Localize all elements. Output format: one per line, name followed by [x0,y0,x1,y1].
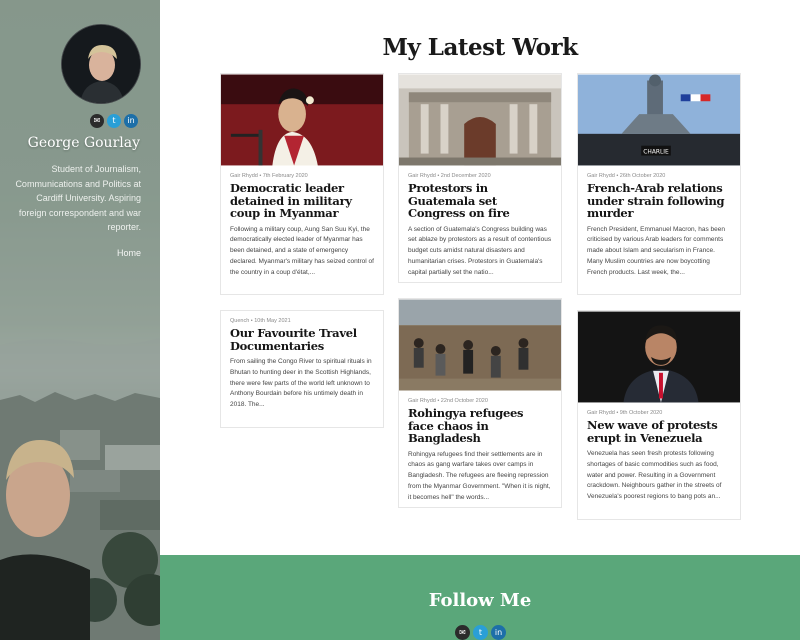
article-meta: Quench • 10th May 2021 [230,318,291,324]
article-card[interactable]: Quench • 10th May 2021 Our Favourite Tra… [220,310,384,428]
article-image [578,311,740,403]
avatar-photo [62,25,140,103]
page-title: My Latest Work [382,34,578,61]
profile-bio: Student of Journalism, Communications an… [15,164,141,232]
twitter-icon[interactable]: t [107,114,121,128]
article-excerpt: Following a military coup, Aung San Suu … [230,225,374,276]
profile-avatar [61,24,141,104]
article-card[interactable]: Gair Rhydd • 22nd October 2020 Rohingya … [398,298,562,508]
linkedin-icon[interactable]: in [124,114,138,128]
article-meta: Gair Rhydd • 7th February 2020 [230,173,308,179]
article-image [221,74,383,166]
twitter-icon[interactable]: t [473,625,488,640]
svg-text:CHARLIE: CHARLIE [643,150,669,156]
article-card[interactable]: CHARLIE Gair Rhydd • 26th October 2020 F… [577,73,741,295]
article-title[interactable]: Rohingya refugees face chaos in Banglade… [408,407,552,445]
sidebar-social-links: ✉ t in [90,114,138,128]
article-image [399,299,561,391]
article-title[interactable]: Democratic leader detained in military c… [230,182,374,220]
article-meta: Gair Rhydd • 22nd October 2020 [408,398,488,404]
article-excerpt: A section of Guatemala's Congress buildi… [408,225,552,276]
mail-icon[interactable]: ✉ [90,114,104,128]
linkedin-icon[interactable]: in [491,625,506,640]
article-card[interactable]: Gair Rhydd • 9th October 2020 New wave o… [577,310,741,520]
profile-name: George Gourlay [27,135,140,151]
article-card[interactable]: Gair Rhydd • 7th February 2020 Democrati… [220,73,384,295]
article-title[interactable]: Protestors in Guatemala set Congress on … [408,182,552,220]
article-excerpt: Venezuela has seen fresh protests follow… [587,450,722,501]
article-meta: Gair Rhydd • 2nd December 2020 [408,173,491,179]
article-card[interactable]: Gair Rhydd • 2nd December 2020 Protestor… [398,73,562,283]
article-image: CHARLIE [578,74,740,166]
mail-icon[interactable]: ✉ [455,625,470,640]
home-link[interactable]: Home [117,248,141,258]
article-excerpt: French President, Emmanuel Macron, has b… [587,225,726,276]
article-title[interactable]: French-Arab relations under strain follo… [587,182,731,220]
profile-sidebar: ✉ t in George Gourlay Student of Journal… [0,0,160,640]
follow-footer: Follow Me ✉ t in [160,555,800,640]
article-excerpt: From sailing the Congo River to spiritua… [230,358,372,409]
article-meta: Gair Rhydd • 9th October 2020 [587,410,663,416]
follow-title: Follow Me [428,590,532,611]
footer-social-links: ✉ t in [455,625,506,640]
article-image [399,74,561,166]
article-excerpt: Rohingya refugees find their settlements… [408,450,551,501]
article-meta: Gair Rhydd • 26th October 2020 [587,173,666,179]
article-title[interactable]: New wave of protests erupt in Venezuela [587,419,731,444]
article-title[interactable]: Our Favourite Travel Documentaries [230,327,374,352]
